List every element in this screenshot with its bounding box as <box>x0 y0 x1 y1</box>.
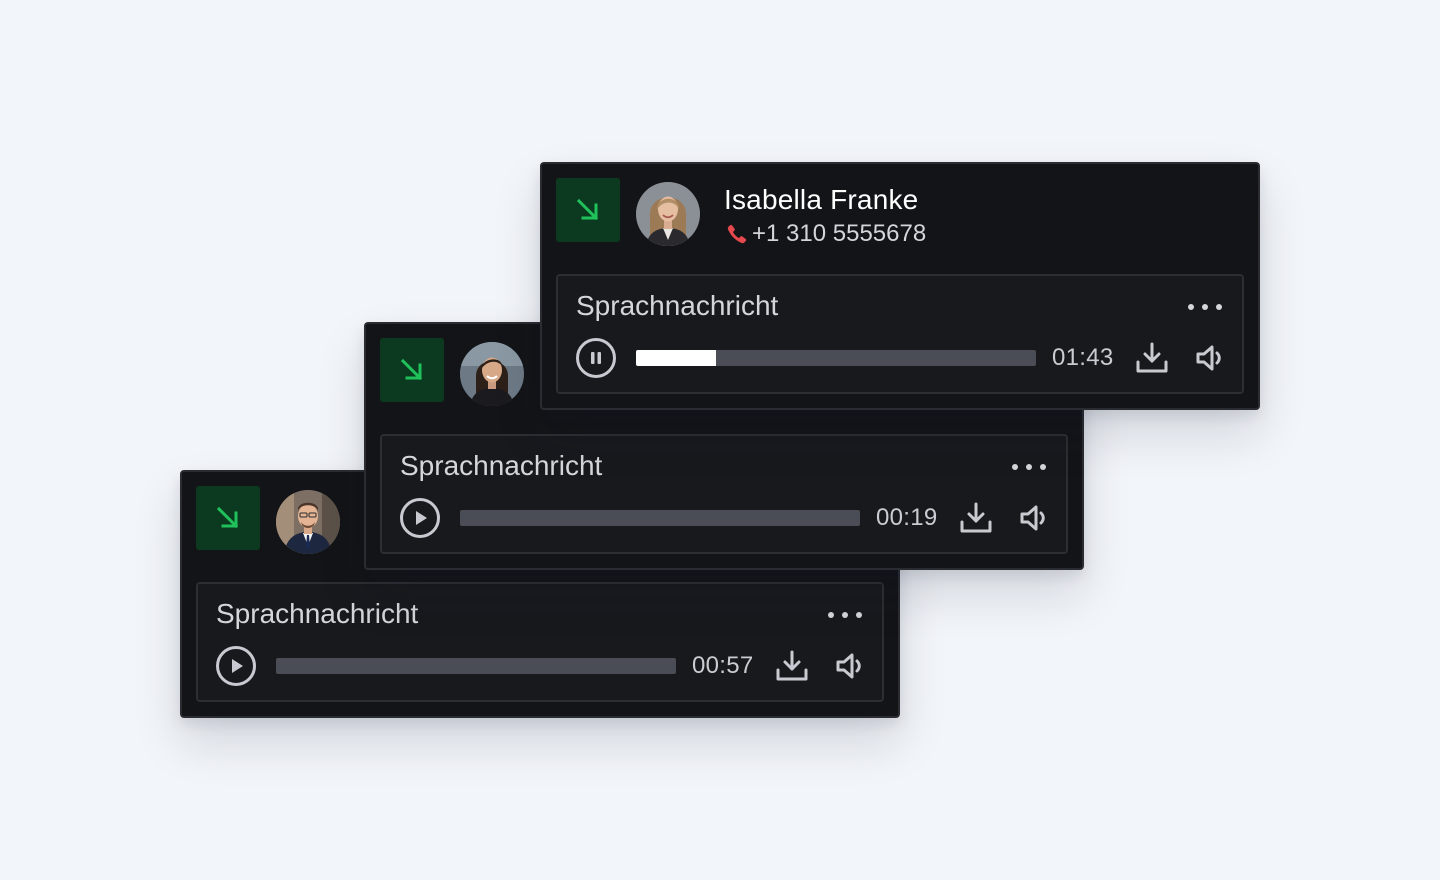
download-icon <box>776 650 808 681</box>
playback-progress-bar[interactable] <box>636 350 1036 366</box>
duration-label: 00:57 <box>692 652 754 679</box>
more-options-button[interactable] <box>1012 460 1046 474</box>
contact-phone[interactable]: +1 310 5555678 <box>726 220 926 248</box>
play-icon <box>232 659 243 673</box>
incoming-call-badge <box>556 178 620 242</box>
pause-icon <box>591 352 601 364</box>
playback-progress-fill <box>636 350 716 366</box>
duration-label: 01:43 <box>1052 344 1114 371</box>
incoming-call-badge <box>380 338 444 402</box>
arrow-down-right-icon <box>216 506 239 529</box>
play-button[interactable] <box>216 646 256 686</box>
voicemail-panel: Sprachnachricht 00:19 <box>380 434 1068 554</box>
download-button[interactable] <box>958 500 994 536</box>
more-options-button[interactable] <box>1188 300 1222 314</box>
more-horizontal-icon <box>1188 304 1194 310</box>
avatar[interactable] <box>276 490 340 554</box>
avatar-woman-blonde <box>636 182 700 246</box>
avatar-woman-dark-hair <box>460 342 524 406</box>
download-icon <box>1136 342 1168 373</box>
contact-name[interactable]: Isabella Franke <box>724 184 918 216</box>
volume-button[interactable] <box>1018 502 1050 534</box>
voicemail-title: Sprachnachricht <box>400 450 603 481</box>
volume-icon <box>1020 505 1045 531</box>
avatar-man-suit <box>276 490 340 554</box>
voicemail-panel: Sprachnachricht 01:43 <box>556 274 1244 394</box>
playback-progress-bar[interactable] <box>460 510 860 526</box>
volume-icon <box>836 653 861 679</box>
arrow-down-right-icon <box>400 358 423 381</box>
call-history-stage: Sprachnachricht 00:57 Sprachnachricht 00… <box>0 0 1440 880</box>
volume-button[interactable] <box>834 650 866 682</box>
download-icon <box>960 502 992 533</box>
incoming-call-badge <box>196 486 260 550</box>
voicemail-title: Sprachnachricht <box>216 598 419 629</box>
more-horizontal-icon <box>1012 464 1018 470</box>
avatar[interactable] <box>460 342 524 406</box>
phone-number: +1 310 5555678 <box>752 220 927 247</box>
avatar[interactable] <box>636 182 700 246</box>
playback-progress-bar[interactable] <box>276 658 676 674</box>
phone-icon <box>727 224 747 244</box>
arrow-down-right-icon <box>576 198 599 221</box>
download-button[interactable] <box>774 648 810 684</box>
more-horizontal-icon <box>828 612 834 618</box>
volume-icon <box>1196 345 1221 371</box>
voicemail-panel: Sprachnachricht 00:57 <box>196 582 884 702</box>
play-icon <box>416 511 427 525</box>
duration-label: 00:19 <box>876 504 938 531</box>
play-button[interactable] <box>400 498 440 538</box>
pause-button[interactable] <box>576 338 616 378</box>
voicemail-title: Sprachnachricht <box>576 290 779 321</box>
volume-button[interactable] <box>1194 342 1226 374</box>
more-options-button[interactable] <box>828 608 862 622</box>
download-button[interactable] <box>1134 340 1170 376</box>
call-card: Isabella Franke +1 310 5555678 Sprachnac… <box>540 162 1260 410</box>
